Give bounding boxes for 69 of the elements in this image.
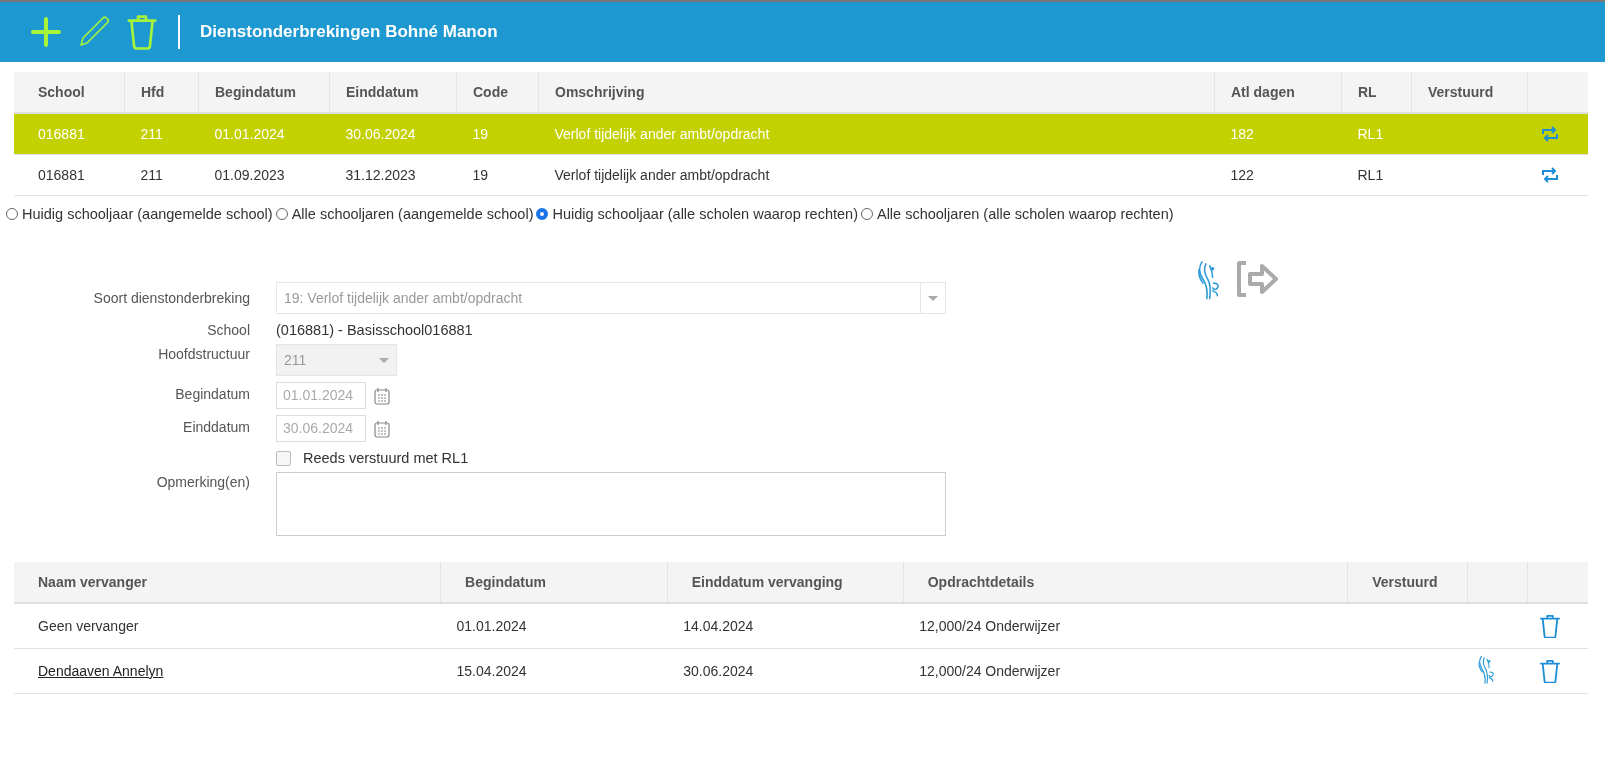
table-cell: 14.04.2024 [683,618,754,634]
column-header: Begindatum [440,562,668,603]
field-value: (016881) - Basisschool016881 [276,321,474,338]
radio-button[interactable] [536,208,549,220]
field-label: Opmerking(en) [155,473,250,490]
swap-button[interactable] [1541,167,1558,183]
page-title: Dienstonderbrekingen Bohné Manon [200,22,498,42]
table-cell: Verlof tijdelijk ander ambt/opdracht [554,167,770,183]
column-header: Opdrachtdetails [903,562,1348,603]
column-header: Omschrijving [538,72,1215,113]
calendar-icon[interactable] [374,419,390,438]
column-header: Verstuurd [1411,72,1528,113]
table-cell: 211 [140,126,163,142]
trash-icon [126,14,158,50]
table-cell: 19 [472,126,489,142]
calendar-icon[interactable] [374,386,390,405]
column-header: Einddatum [329,72,457,113]
column-header: Verstuurd [1347,562,1468,603]
delete-button[interactable] [1539,613,1562,639]
field-label: School [206,321,250,338]
table-cell: 01.09.2023 [214,167,285,183]
table-cell: 15.04.2024 [456,663,527,679]
table-cell: 30.06.2024 [345,126,416,142]
table-cell: 01.01.2024 [456,618,527,634]
table-cell: 122 [1230,167,1254,183]
table-cell: 182 [1230,126,1254,142]
table-cell: Verlof tijdelijk ander ambt/opdracht [554,126,770,142]
column-header: School [14,72,125,113]
swap-arrows-icon [1541,126,1558,142]
radio-button[interactable] [275,208,288,220]
trash-icon [1539,613,1562,639]
table-cell: 30.06.2024 [683,663,754,679]
column-header: Begindatum [198,72,330,113]
table-cell: 016881 [38,126,85,142]
table-cell: 01.01.2024 [214,126,285,142]
remarks-field[interactable] [276,472,946,536]
lion-head-icon [1477,654,1496,685]
column-header: Hfd [124,72,199,113]
swap-button[interactable] [1541,126,1558,142]
column-header: Code [456,72,539,113]
field-label: Soort dienstonderbreking [92,289,250,306]
table-cell: RL1 [1357,167,1384,183]
radio-button[interactable] [860,208,873,220]
replacement-name-link[interactable]: Dendaaven Annelyn [38,663,164,679]
table-cell: 12,000/24 Onderwijzer [919,663,1061,679]
column-header: Atl dagen [1214,72,1342,113]
field-label: Einddatum [182,418,250,435]
plus-icon [30,16,62,48]
table-cell: 19 [472,167,489,183]
lion-head-icon [1196,260,1222,301]
table-cell: RL1 [1357,126,1384,142]
column-header: Naam vervanger [14,562,441,603]
table-row[interactable]: 016881 211 01.09.2023 31.12.2023 19 Verlof tijdelijk ander ambt/opdracht 122 RL1 [14,154,1588,196]
swap-arrows-icon [1541,167,1558,183]
table-cell: 12,000/24 Onderwijzer [919,618,1061,634]
column-header: Einddatum vervanging [667,562,904,603]
field-label: Hoofdstructuur [157,345,250,362]
table-cell: 016881 [38,167,85,183]
radio-button[interactable] [6,208,18,220]
trash-icon [1539,658,1562,684]
add-button[interactable] [30,16,62,48]
table-cell: 31.12.2023 [345,167,416,183]
field-label: Begindatum [174,385,250,402]
delete-button[interactable] [1539,658,1562,684]
column-header: RL [1341,72,1412,113]
checkbox-label: Reeds verstuurd met RL1 [303,450,469,466]
checkbox[interactable] [276,450,291,466]
table-cell: 211 [140,167,163,183]
table-cell: Geen vervanger [38,618,139,634]
